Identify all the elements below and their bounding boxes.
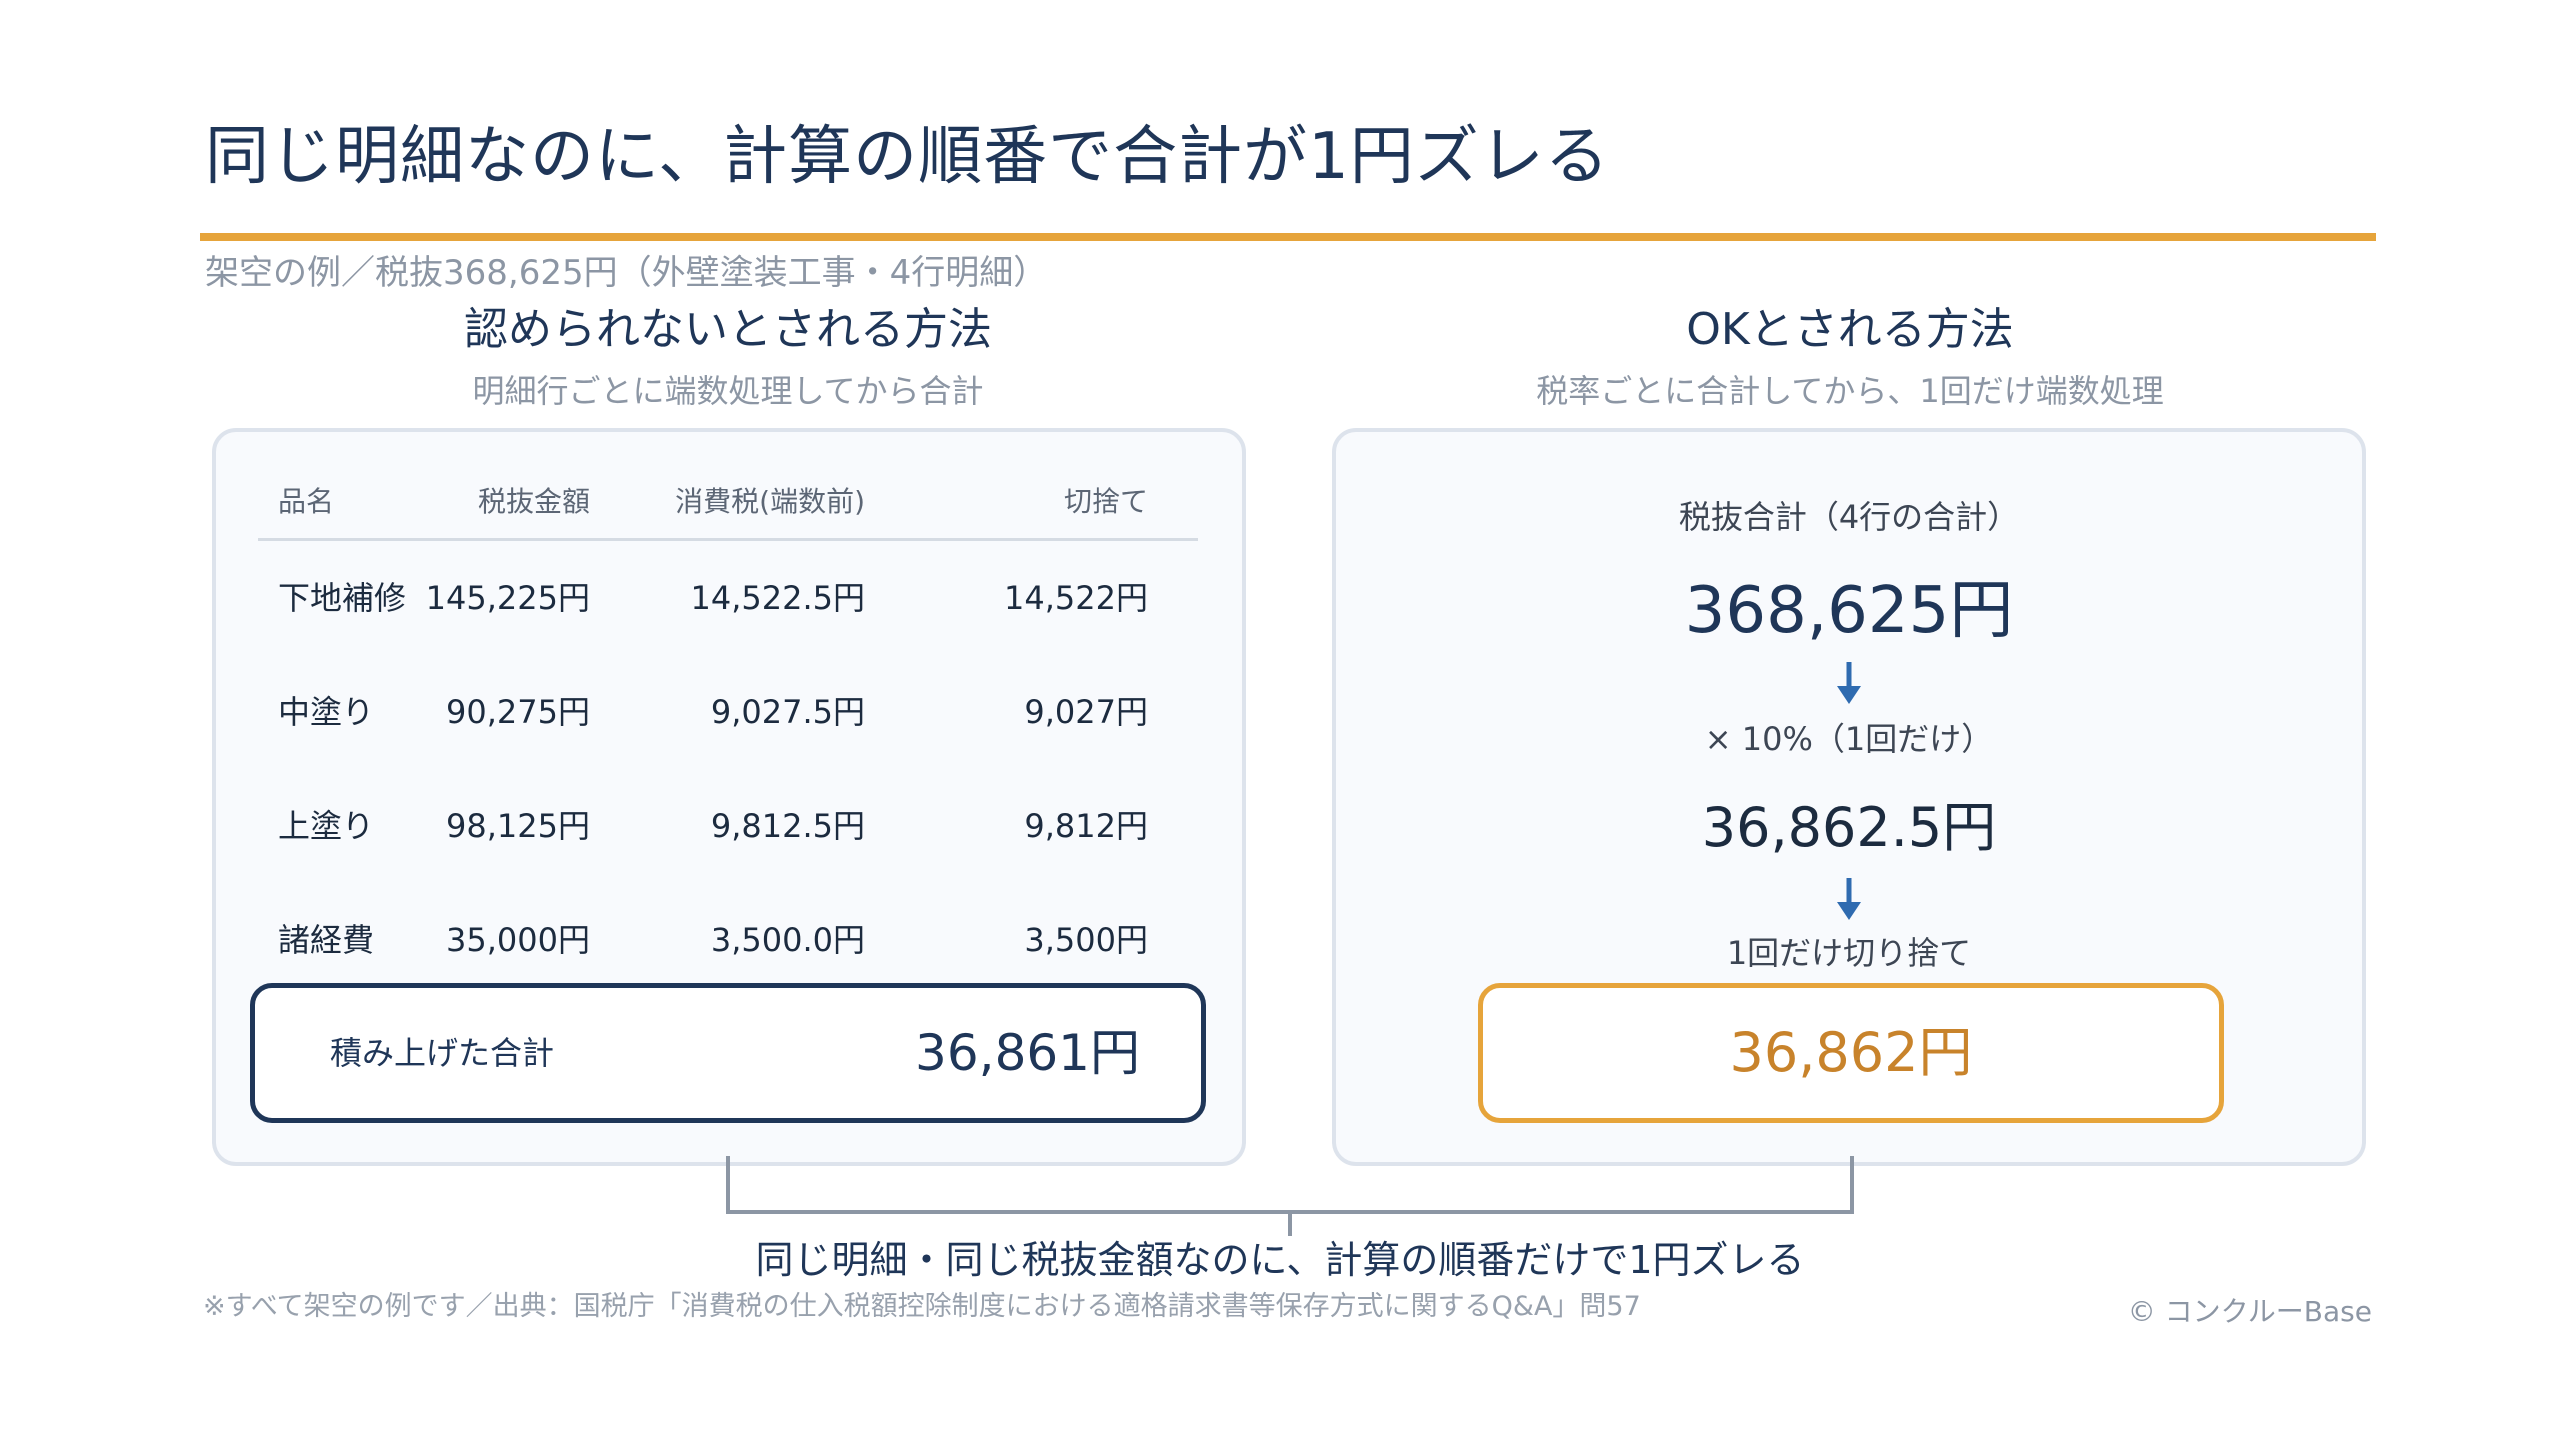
copyright: © コンクルーBase xyxy=(2127,1295,2372,1328)
left-subheading: 明細行ごとに端数処理してから合計 xyxy=(472,372,984,410)
base-label: 税抜合計（4行の合計） xyxy=(1678,498,2020,536)
row-rounded: 9,027円 xyxy=(1024,693,1148,731)
title-underline xyxy=(200,233,2376,241)
row-rounded: 3,500円 xyxy=(1024,921,1148,959)
col-header-item: 品名 xyxy=(278,485,335,518)
row-pretax: 90,275円 xyxy=(446,693,590,731)
page-title: 同じ明細なのに、計算の順番で合計が1円ズレる xyxy=(205,120,1610,194)
row-tax-raw: 3,500.0円 xyxy=(710,921,865,959)
left-heading: 認められないとされる方法 xyxy=(464,304,992,355)
conclusion-text: 同じ明細・同じ税抜金額なのに、計算の順番だけで1円ズレる xyxy=(755,1238,1805,1282)
table-header-divider xyxy=(258,538,1198,541)
right-total-value: 36,862円 xyxy=(1729,1021,1973,1084)
row-item: 諸経費 xyxy=(278,921,375,959)
page-subtitle: 架空の例／税抜368,625円（外壁塗装工事・4行明細） xyxy=(205,253,1048,293)
footnote: ※すべて架空の例です／出典：国税庁「消費税の仕入税額控除制度における適格請求書等… xyxy=(203,1291,1641,1322)
round-label: 1回だけ切り捨て xyxy=(1726,934,1972,972)
row-tax-raw: 14,522.5円 xyxy=(690,579,865,617)
row-tax-raw: 9,027.5円 xyxy=(710,693,865,731)
base-value: 368,625円 xyxy=(1684,574,2014,648)
col-header-tax-raw: 消費税(端数前) xyxy=(675,485,865,518)
row-item: 上塗り xyxy=(278,807,375,845)
right-subheading: 税率ごとに合計してから、1回だけ端数処理 xyxy=(1536,372,2164,410)
tax-value: 36,862.5円 xyxy=(1701,796,1997,859)
arrow-down-icon xyxy=(1837,878,1861,920)
left-total-label: 積み上げた合計 xyxy=(330,1034,555,1072)
right-heading: OKとされる方法 xyxy=(1686,304,2014,355)
arrow-down-icon xyxy=(1837,662,1861,704)
col-header-pretax: 税抜金額 xyxy=(477,485,590,518)
rate-label: × 10%（1回だけ） xyxy=(1704,720,1994,758)
row-pretax: 145,225円 xyxy=(425,579,590,617)
row-rounded: 9,812円 xyxy=(1024,807,1148,845)
row-item: 下地補修 xyxy=(278,579,407,617)
row-item: 中塗り xyxy=(278,693,375,731)
row-tax-raw: 9,812.5円 xyxy=(710,807,865,845)
row-pretax: 98,125円 xyxy=(446,807,590,845)
row-rounded: 14,522円 xyxy=(1004,579,1148,617)
bracket-connector xyxy=(726,1156,1854,1236)
col-header-rounded: 切捨て xyxy=(1063,485,1148,518)
row-pretax: 35,000円 xyxy=(446,921,590,959)
left-total-value: 36,861円 xyxy=(915,1024,1140,1082)
